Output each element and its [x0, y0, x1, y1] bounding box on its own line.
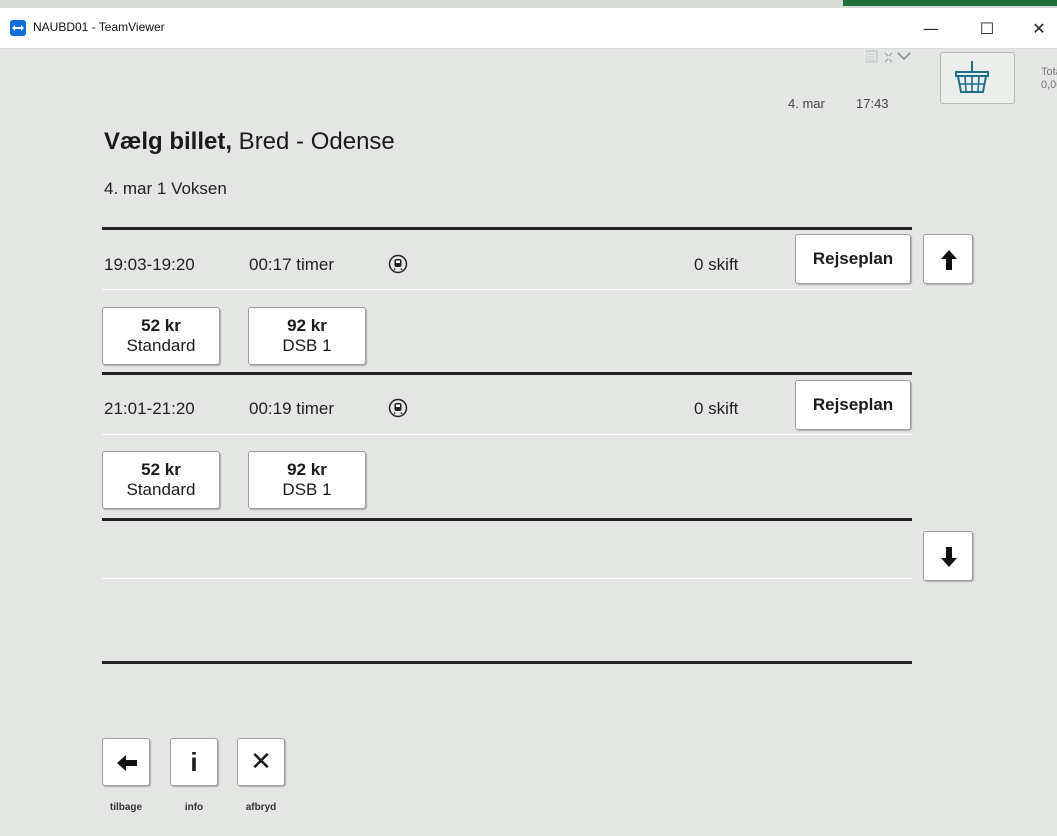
journey-transfers: 0 skift	[694, 399, 739, 418]
ticket-class: DSB 1	[282, 336, 332, 355]
cancel-label: afbryd	[245, 802, 277, 813]
journey-time: 19:03-19:20	[104, 255, 195, 274]
rejseplan-button[interactable]: Rejseplan	[795, 380, 911, 430]
arrow-up-icon	[941, 250, 957, 270]
header-date: 4. mar	[788, 96, 825, 111]
ticket-standard-button[interactable]: 52 kr Standard	[102, 307, 220, 365]
maximize-button[interactable]: ☐	[965, 14, 1009, 44]
window-titlebar: NAUBD01 - TeamViewer — ☐ ✕	[0, 8, 1057, 49]
journey-transfers: 0 skift	[694, 255, 739, 274]
window-title: NAUBD01 - TeamViewer	[33, 20, 165, 34]
close-button[interactable]: ✕	[1017, 14, 1057, 44]
basket-button[interactable]	[940, 52, 1015, 104]
info-button[interactable]: i	[170, 738, 218, 786]
ticket-price: 92 kr	[287, 316, 327, 335]
ticket-price: 52 kr	[141, 316, 181, 335]
total-label: Tota	[1041, 66, 1057, 78]
journey-time: 21:01-21:20	[104, 399, 195, 418]
header-time: 17:43	[856, 96, 889, 111]
list-bottom-divider	[102, 661, 912, 664]
journey-duration: 00:17 timer	[249, 255, 335, 274]
ticket-dsb1-button[interactable]: 92 kr DSB 1	[248, 451, 366, 509]
page-title-bold: Vælg billet,	[104, 128, 233, 155]
ticket-class: DSB 1	[282, 480, 332, 499]
total-value: 0,00	[1041, 79, 1057, 91]
ticket-class: Standard	[126, 336, 196, 355]
journey-divider	[102, 227, 912, 230]
ticket-dsb1-button[interactable]: 92 kr DSB 1	[248, 307, 366, 365]
teamviewer-icon	[10, 20, 26, 36]
top-strip	[0, 0, 1057, 8]
row-separator	[102, 434, 912, 435]
page-subtitle: 4. mar 1 Voksen	[104, 179, 227, 198]
ticket-class: Standard	[126, 480, 196, 499]
info-icon: i	[190, 747, 198, 777]
scroll-down-button[interactable]	[923, 531, 973, 581]
info-label: info	[184, 802, 204, 813]
row-separator	[102, 289, 912, 290]
arrow-left-icon	[117, 755, 137, 771]
row-separator	[102, 578, 912, 579]
basket-total: Tota 0,00	[1041, 66, 1057, 92]
journey-duration: 00:19 timer	[249, 399, 335, 418]
arrow-down-icon	[941, 547, 957, 567]
journey-divider	[102, 518, 912, 521]
scroll-up-button[interactable]	[923, 234, 973, 284]
basket-icon	[955, 61, 989, 93]
back-button[interactable]	[102, 738, 150, 786]
journey-divider	[102, 372, 912, 375]
back-label: tilbage	[109, 802, 143, 813]
ticket-price: 92 kr	[287, 460, 327, 479]
ticket-price: 52 kr	[141, 460, 181, 479]
page-title: Vælg billet, Bred - Odense	[104, 128, 395, 156]
minimize-button[interactable]: —	[909, 14, 953, 44]
train-icon	[388, 254, 408, 274]
page-title-route: Bred - Odense	[232, 128, 395, 155]
train-icon	[388, 398, 408, 418]
remote-toolbar-toggle[interactable]	[865, 50, 918, 68]
taskbar-accent	[843, 0, 1057, 6]
close-icon: ✕	[250, 747, 272, 777]
rejseplan-button[interactable]: Rejseplan	[795, 234, 911, 284]
ticket-standard-button[interactable]: 52 kr Standard	[102, 451, 220, 509]
cancel-button[interactable]: ✕	[237, 738, 285, 786]
